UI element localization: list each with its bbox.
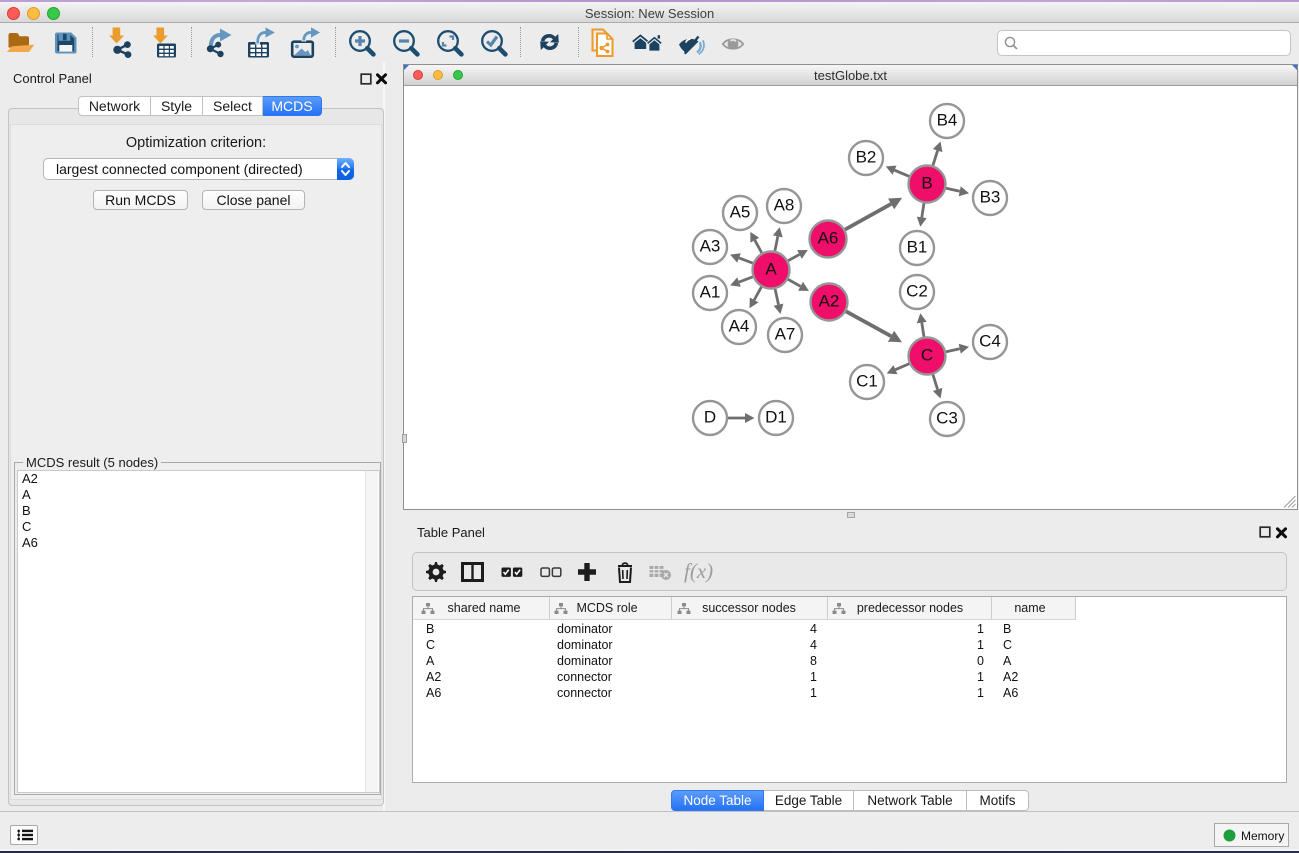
- svg-text:A8: A8: [774, 196, 795, 215]
- svg-text:C: C: [921, 346, 933, 365]
- svg-text:A7: A7: [775, 325, 796, 344]
- svg-text:B1: B1: [907, 238, 928, 257]
- svg-text:B3: B3: [980, 188, 1001, 207]
- svg-text:C2: C2: [906, 282, 928, 301]
- svg-text:D1: D1: [765, 408, 787, 427]
- svg-text:A1: A1: [700, 283, 721, 302]
- svg-text:D: D: [704, 408, 716, 427]
- svg-text:A6: A6: [818, 229, 839, 248]
- svg-text:B: B: [921, 174, 932, 193]
- svg-text:B4: B4: [937, 111, 958, 130]
- svg-text:A: A: [765, 260, 777, 279]
- svg-text:C1: C1: [856, 372, 878, 391]
- svg-text:A3: A3: [700, 237, 721, 256]
- svg-text:A4: A4: [729, 317, 750, 336]
- svg-text:A2: A2: [819, 292, 840, 311]
- svg-text:C3: C3: [936, 409, 958, 428]
- svg-text:B2: B2: [856, 148, 877, 167]
- svg-text:A5: A5: [730, 203, 751, 222]
- svg-text:C4: C4: [979, 332, 1001, 351]
